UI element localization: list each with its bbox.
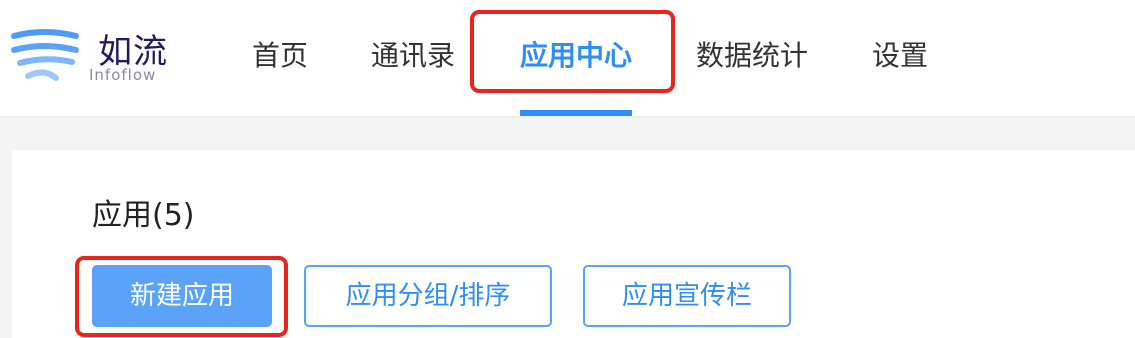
apps-count-heading: 应用(5) xyxy=(92,198,195,233)
app-group-sort-button[interactable]: 应用分组/排序 xyxy=(304,265,552,327)
new-app-button[interactable]: 新建应用 xyxy=(92,265,272,327)
nav-item-contacts[interactable]: 通讯录 xyxy=(371,36,455,76)
brand-logo[interactable]: 如流 Infoflow xyxy=(10,24,167,88)
app-promo-banner-button[interactable]: 应用宣传栏 xyxy=(583,265,791,327)
nav-item-app-center[interactable]: 应用中心 xyxy=(520,36,632,76)
nav-item-home[interactable]: 首页 xyxy=(252,36,308,76)
nav-item-settings[interactable]: 设置 xyxy=(872,36,928,76)
nav-item-statistics[interactable]: 数据统计 xyxy=(696,36,808,76)
brand-subtitle: Infoflow xyxy=(89,66,157,84)
top-header: 如流 Infoflow 首页 通讯录 应用中心 数据统计 设置 xyxy=(0,0,1135,117)
app-list-panel: 应用(5) 新建应用 应用分组/排序 应用宣传栏 xyxy=(12,150,1135,338)
infoflow-logo-icon xyxy=(11,29,79,81)
active-tab-indicator xyxy=(520,110,632,116)
